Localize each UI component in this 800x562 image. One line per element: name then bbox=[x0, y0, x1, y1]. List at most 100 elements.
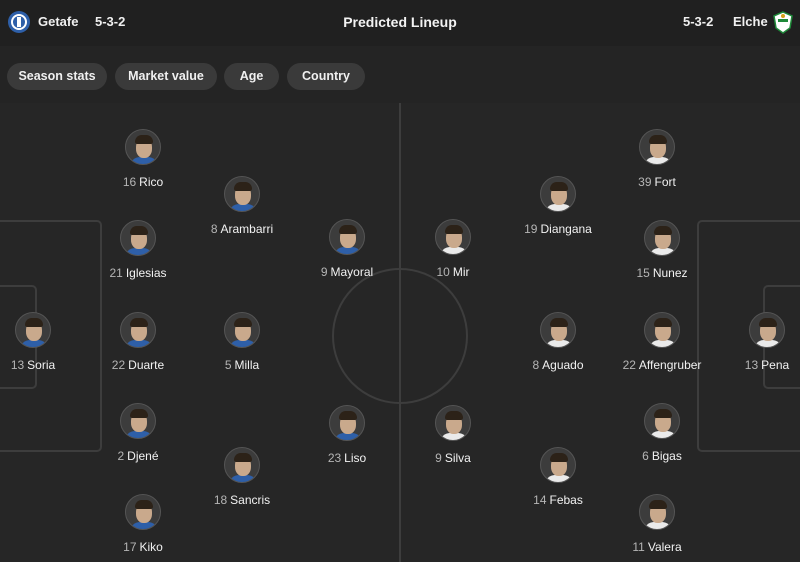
player-number: 6 bbox=[642, 449, 649, 463]
player-number: 9 bbox=[320, 265, 328, 279]
player-avatar bbox=[644, 220, 680, 256]
player-name: Kiko bbox=[139, 540, 163, 554]
player-number: 8 bbox=[210, 222, 218, 236]
player-elche[interactable]: 13 Pena bbox=[707, 312, 800, 372]
player-number: 8 bbox=[532, 358, 540, 372]
player-getafe[interactable]: 8 Arambarri bbox=[182, 176, 302, 236]
player-name: Sancris bbox=[230, 493, 271, 507]
player-name: Affengruber bbox=[638, 358, 702, 372]
pitch: 16 Rico 8 Arambarri 21 Iglesias 9 Mayoral 13… bbox=[0, 103, 800, 562]
player-label: 21 Iglesias bbox=[78, 266, 198, 280]
player-avatar bbox=[125, 129, 161, 165]
tab-season-stats[interactable]: Season stats bbox=[7, 63, 107, 90]
player-getafe[interactable]: 17 Kiko bbox=[83, 494, 203, 554]
player-label: 2 Djené bbox=[78, 449, 198, 463]
player-number: 19 bbox=[524, 222, 538, 236]
player-label: 10 Mir bbox=[393, 265, 513, 279]
away-formation: 5-3-2 bbox=[683, 14, 714, 29]
player-elche[interactable]: 19 Diangana bbox=[498, 176, 618, 236]
player-avatar bbox=[120, 312, 156, 348]
player-avatar bbox=[639, 129, 675, 165]
player-label: 22 Duarte bbox=[78, 358, 198, 372]
player-avatar bbox=[224, 312, 260, 348]
player-avatar bbox=[329, 405, 365, 441]
player-name: Silva bbox=[444, 451, 471, 465]
player-name: Aguado bbox=[542, 358, 584, 372]
player-label: 17 Kiko bbox=[83, 540, 203, 554]
player-avatar bbox=[120, 220, 156, 256]
player-avatar bbox=[644, 403, 680, 439]
player-avatar bbox=[125, 494, 161, 530]
player-avatar bbox=[120, 403, 156, 439]
player-number: 11 bbox=[632, 540, 645, 554]
player-avatar bbox=[639, 494, 675, 530]
player-getafe[interactable]: 22 Duarte bbox=[78, 312, 198, 372]
stats-tab-bar: Season stats Market value Age Country bbox=[0, 46, 800, 103]
player-name: Febas bbox=[549, 493, 583, 507]
player-label: 9 Silva bbox=[393, 451, 513, 465]
player-getafe[interactable]: 23 Liso bbox=[287, 405, 407, 465]
player-name: Fort bbox=[654, 175, 676, 189]
player-avatar bbox=[15, 312, 51, 348]
player-avatar bbox=[540, 176, 576, 212]
player-name: Bigas bbox=[651, 449, 682, 463]
player-name: Djené bbox=[127, 449, 159, 463]
player-number: 21 bbox=[109, 266, 123, 280]
player-number: 23 bbox=[327, 451, 342, 465]
tab-market-value[interactable]: Market value bbox=[115, 63, 217, 90]
player-avatar bbox=[435, 405, 471, 441]
player-label: 19 Diangana bbox=[498, 222, 618, 236]
player-getafe[interactable]: 9 Mayoral bbox=[287, 219, 407, 279]
player-name: Rico bbox=[139, 175, 164, 189]
player-number: 15 bbox=[636, 266, 650, 280]
player-label: 9 Mayoral bbox=[287, 265, 407, 279]
player-label: 8 Arambarri bbox=[182, 222, 302, 236]
player-avatar bbox=[540, 312, 576, 348]
player-number: 39 bbox=[638, 175, 652, 189]
player-name: Pena bbox=[761, 358, 790, 372]
player-avatar bbox=[224, 176, 260, 212]
player-name: Liso bbox=[344, 451, 367, 465]
player-name: Milla bbox=[234, 358, 260, 372]
player-number: 13 bbox=[744, 358, 759, 372]
player-number: 22 bbox=[111, 358, 126, 372]
player-label: 23 Liso bbox=[287, 451, 407, 465]
player-label: 6 Bigas bbox=[602, 449, 722, 463]
player-elche[interactable]: 11 Valera bbox=[597, 494, 717, 554]
player-label: 11 Valera bbox=[597, 540, 717, 554]
player-avatar bbox=[329, 219, 365, 255]
player-number: 9 bbox=[435, 451, 442, 465]
player-number: 2 bbox=[117, 449, 125, 463]
player-name: Nunez bbox=[652, 266, 688, 280]
tab-country[interactable]: Country bbox=[287, 63, 365, 90]
player-number: 22 bbox=[622, 358, 636, 372]
player-elche[interactable]: 22 Affengruber bbox=[602, 312, 722, 372]
player-name: Valera bbox=[647, 540, 682, 554]
player-label: 5 Milla bbox=[182, 358, 302, 372]
away-team-name[interactable]: Elche bbox=[733, 14, 768, 29]
player-getafe[interactable]: 21 Iglesias bbox=[78, 220, 198, 280]
player-number: 18 bbox=[213, 493, 228, 507]
lineup-header: Getafe 5-3-2 Predicted Lineup 5-3-2 Elch… bbox=[0, 0, 800, 46]
player-avatar bbox=[749, 312, 785, 348]
elche-crest-icon[interactable] bbox=[771, 10, 795, 34]
player-elche[interactable]: 9 Silva bbox=[393, 405, 513, 465]
player-number: 10 bbox=[436, 265, 450, 279]
page-title: Predicted Lineup bbox=[343, 14, 457, 30]
player-label: 13 Pena bbox=[707, 358, 800, 372]
player-elche[interactable]: 8 Aguado bbox=[498, 312, 618, 372]
player-elche[interactable]: 6 Bigas bbox=[602, 403, 722, 463]
player-name: Mir bbox=[452, 265, 470, 279]
tab-age[interactable]: Age bbox=[224, 63, 279, 90]
player-avatar bbox=[435, 219, 471, 255]
player-name: Diangana bbox=[540, 222, 592, 236]
player-number: 13 bbox=[10, 358, 25, 372]
player-getafe[interactable]: 5 Milla bbox=[182, 312, 302, 372]
player-label: 8 Aguado bbox=[498, 358, 618, 372]
player-elche[interactable]: 15 Nunez bbox=[602, 220, 722, 280]
player-getafe[interactable]: 2 Djené bbox=[78, 403, 198, 463]
player-label: 22 Affengruber bbox=[602, 358, 722, 372]
player-avatar bbox=[224, 447, 260, 483]
player-number: 5 bbox=[224, 358, 232, 372]
player-elche[interactable]: 10 Mir bbox=[393, 219, 513, 279]
